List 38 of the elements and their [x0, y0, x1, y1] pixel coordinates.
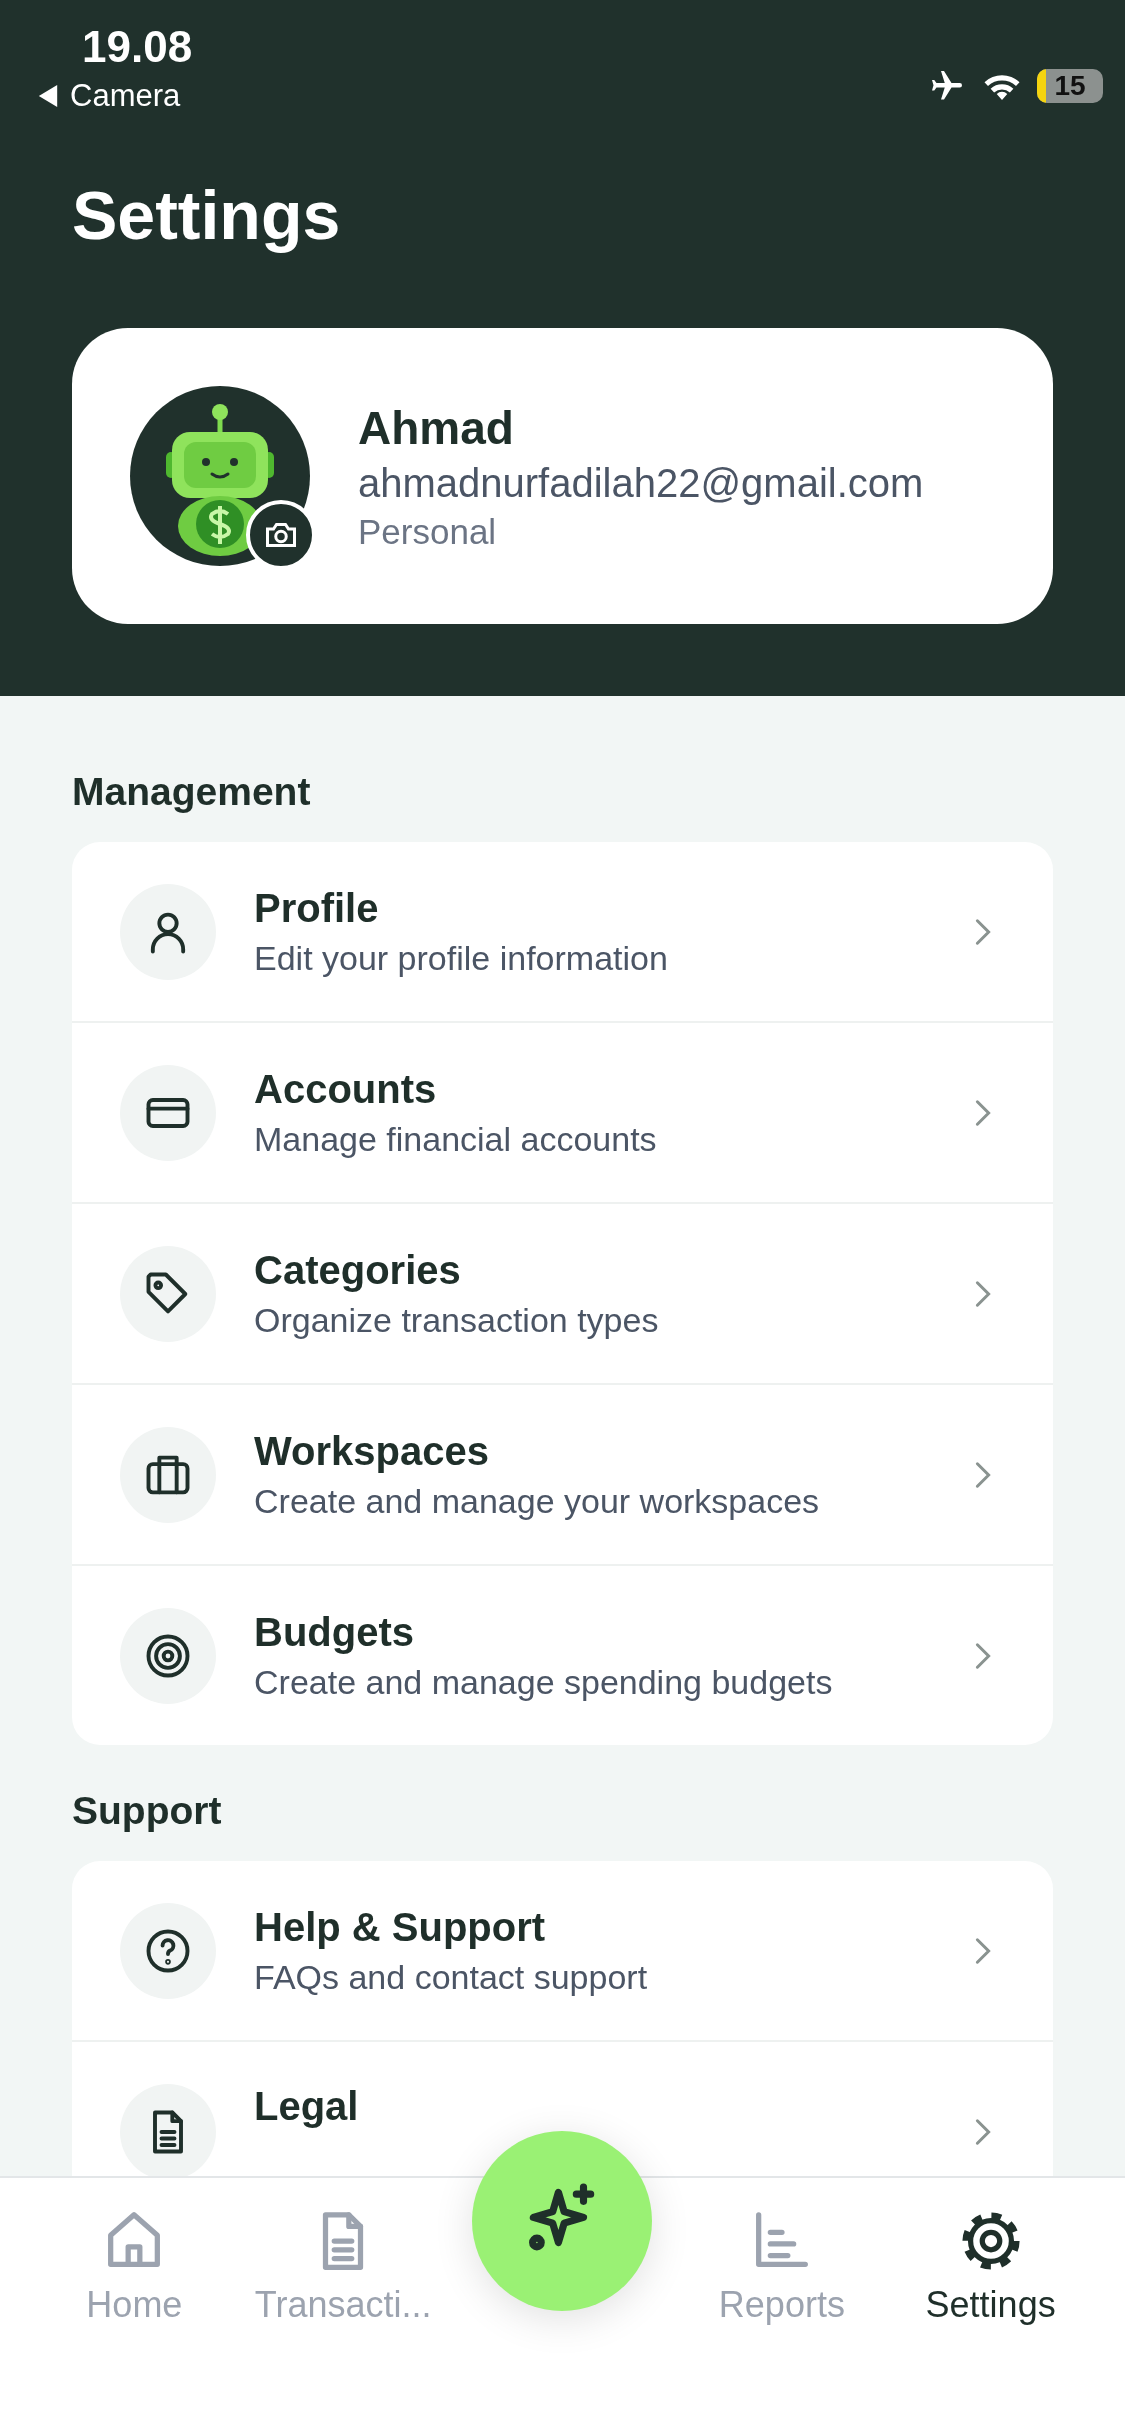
- back-icon: [38, 85, 58, 107]
- row-subtitle: Create and manage your workspaces: [254, 1481, 821, 1521]
- profile-name: Ahmad: [358, 400, 515, 455]
- profile-card[interactable]: Ahmad ahmadnurfadilah22@gmail.com Personal: [72, 328, 1053, 624]
- row-title: Categories: [254, 1247, 462, 1293]
- row-subtitle: Manage financial accounts: [254, 1119, 658, 1159]
- chevron-icon: [973, 1097, 993, 1128]
- profile-email: ahmadnurfadilah22@gmail.com: [358, 460, 924, 506]
- row-title: Budgets: [254, 1609, 415, 1655]
- chevron-icon: [973, 1935, 993, 1966]
- settings-row[interactable]: Workspaces Create and manage your workspaces: [72, 1383, 1053, 1564]
- chevron-icon: [973, 2116, 993, 2147]
- row-subtitle: Organize transaction types: [254, 1300, 660, 1340]
- section-heading: Management: [72, 770, 312, 814]
- settings-row[interactable]: Categories Organize transaction types: [72, 1202, 1053, 1383]
- row-subtitle: Create and manage spending budgets: [254, 1662, 834, 1702]
- row-title: Legal: [254, 2084, 360, 2129]
- battery-icon: 15: [1037, 69, 1103, 103]
- row-title: Profile: [254, 885, 380, 931]
- status-time: 19.08: [82, 22, 193, 72]
- settings-row[interactable]: Profile Edit your profile information: [72, 842, 1053, 1021]
- chevron-icon: [973, 1278, 993, 1309]
- settings-row[interactable]: Accounts Manage financial accounts: [72, 1021, 1053, 1202]
- row-subtitle: FAQs and contact support: [254, 1957, 649, 1997]
- row-title: Workspaces: [254, 1428, 490, 1474]
- back-link[interactable]: Camera: [38, 72, 181, 114]
- chevron-icon: [973, 1459, 993, 1490]
- profile-plan: Personal: [358, 511, 498, 552]
- settings-row[interactable]: Help & Support FAQs and contact support: [72, 1861, 1053, 2040]
- row-title: Accounts: [254, 1066, 438, 1112]
- tab-bar-item[interactable]: Settings: [886, 2206, 1095, 2326]
- row-subtitle: Edit your profile information: [254, 938, 669, 978]
- chevron-icon: [973, 1640, 993, 1671]
- page-title: Settings: [72, 176, 342, 254]
- settings-row[interactable]: Budgets Create and manage spending budgets: [72, 1564, 1053, 1745]
- section-heading: Support: [72, 1789, 223, 1833]
- chevron-icon: [973, 916, 993, 947]
- row-title: Help & Support: [254, 1904, 547, 1950]
